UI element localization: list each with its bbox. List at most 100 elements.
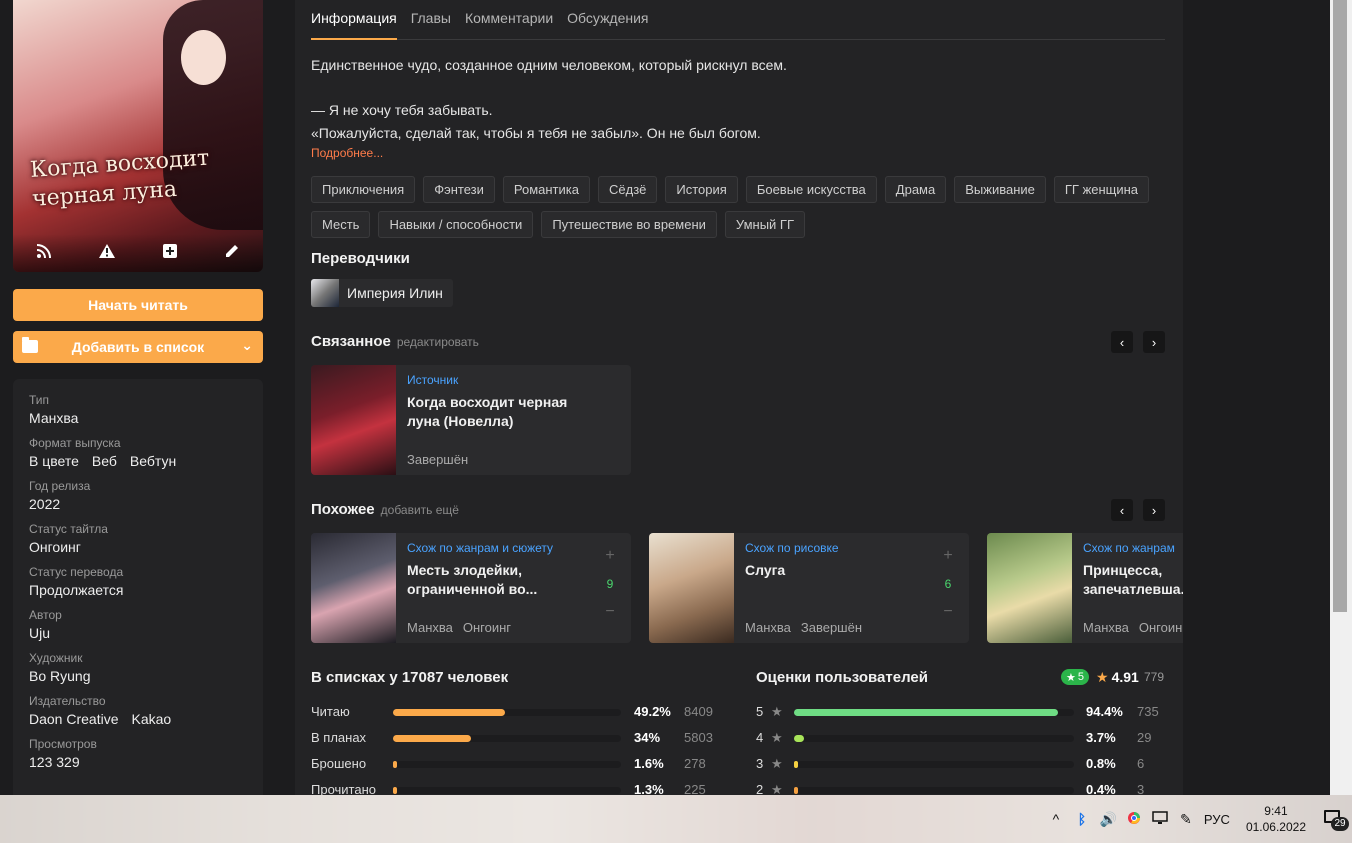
ratings-row-bar: [794, 761, 798, 768]
genre-tag[interactable]: Боевые искусства: [745, 176, 877, 203]
network-icon[interactable]: [1152, 810, 1168, 828]
genre-tag[interactable]: Путешествие во времени: [541, 211, 717, 238]
similar-next-button[interactable]: ›: [1143, 499, 1165, 521]
genre-tag[interactable]: Сёдзё: [597, 176, 658, 203]
add-icon[interactable]: [163, 243, 177, 263]
info-value-item[interactable]: Daon Creative: [29, 711, 119, 727]
tab-3[interactable]: Обсуждения: [567, 0, 648, 40]
ratings-row-label: 5: [756, 704, 764, 719]
info-value-item[interactable]: Манхва: [29, 410, 78, 426]
similar-card-meta-item: Завершён: [800, 620, 863, 635]
similar-prev-button[interactable]: ‹: [1111, 499, 1133, 521]
notifications-button[interactable]: 29: [1322, 809, 1349, 831]
upvote-icon[interactable]: +: [943, 547, 952, 564]
add-to-list-button[interactable]: Добавить в список ⌄: [13, 331, 263, 363]
rss-icon[interactable]: [36, 243, 51, 263]
start-reading-button[interactable]: Начать читать: [13, 289, 263, 321]
tab-1[interactable]: Главы: [411, 0, 451, 40]
page-background-right: [1183, 0, 1330, 795]
info-value-item[interactable]: Веб: [92, 453, 117, 469]
info-value-item[interactable]: В цвете: [29, 453, 79, 469]
clock[interactable]: 9:41 01.06.2022: [1246, 803, 1306, 835]
add-to-list-label: Добавить в список: [71, 339, 205, 355]
star-icon: ★: [771, 756, 783, 771]
related-prev-button[interactable]: ‹: [1111, 331, 1133, 353]
ratings-row-label: 4: [756, 730, 764, 745]
ratings-row-label: 3: [756, 756, 764, 771]
lists-row: Читаю 49.2% 8409: [311, 702, 721, 722]
browser-icon[interactable]: [1126, 811, 1142, 828]
similar-card[interactable]: Схож по жанрам и сюжету Месть злодейки, о…: [311, 533, 631, 643]
lists-heading: В списках у 17087 человек: [311, 669, 509, 686]
related-card[interactable]: Источник Когда восходит черная луна (Нове…: [311, 365, 631, 475]
info-value-item[interactable]: Kakao: [132, 711, 172, 727]
volume-icon[interactable]: 🔊: [1100, 811, 1117, 828]
chevron-up-icon[interactable]: ^: [1048, 811, 1064, 827]
info-value-item[interactable]: Bo Ryung: [29, 668, 90, 684]
lists-row-percent: 34%: [634, 730, 661, 745]
genre-tag[interactable]: Романтика: [502, 176, 590, 203]
chevron-right-icon: ›: [1151, 334, 1157, 350]
downvote-icon[interactable]: −: [943, 603, 952, 620]
bluetooth-icon[interactable]: ᛒ: [1074, 811, 1090, 827]
similar-card[interactable]: Схож по жанрам Принцесса, запечатлевша...…: [987, 533, 1183, 643]
similar-card[interactable]: Схож по рисовке Слуга Манхва Завершён +6 −: [649, 533, 969, 643]
related-card-cover: [311, 365, 396, 475]
similar-card-title[interactable]: Принцесса, запечатлевша...: [1083, 561, 1183, 599]
info-value-item[interactable]: Вебтун: [130, 453, 176, 469]
info-value-item[interactable]: 2022: [29, 496, 60, 512]
tab-0[interactable]: Информация: [311, 0, 397, 40]
similar-card-relation: Схож по жанрам: [1083, 541, 1175, 555]
lists-row: В планах 34% 5803: [311, 728, 721, 748]
report-icon[interactable]: [99, 243, 115, 263]
vote-control: +9 −: [603, 548, 617, 620]
rating-average-value: 4.91: [1111, 669, 1139, 685]
lists-row-label: В планах: [311, 730, 367, 745]
lists-row-percent: 49.2%: [634, 704, 671, 719]
info-value-item[interactable]: Uju: [29, 625, 50, 641]
rating-badge-value: 5: [1077, 671, 1084, 683]
upvote-icon[interactable]: +: [605, 547, 614, 564]
ratings-row-percent: 94.4%: [1086, 704, 1123, 719]
genre-tag[interactable]: Месть: [311, 211, 371, 238]
translator-item[interactable]: Империя Илин: [311, 279, 453, 307]
genre-tag[interactable]: Драма: [884, 176, 947, 203]
info-value-item[interactable]: 123 329: [29, 754, 80, 770]
genre-tag[interactable]: Умный ГГ: [724, 211, 805, 238]
genre-tag[interactable]: История: [665, 176, 738, 203]
similar-add-link[interactable]: добавить ещё: [381, 503, 459, 517]
related-next-button[interactable]: ›: [1143, 331, 1165, 353]
related-card-title[interactable]: Когда восходит черная луна (Новелла): [407, 393, 587, 431]
language-indicator[interactable]: РУС: [1204, 812, 1230, 827]
lists-row-percent: 1.6%: [634, 756, 664, 771]
genre-tag[interactable]: Фэнтези: [423, 176, 495, 203]
downvote-icon[interactable]: −: [605, 603, 614, 620]
ratings-heading: Оценки пользователей: [756, 669, 928, 686]
genre-tag[interactable]: Навыки / способности: [378, 211, 534, 238]
info-value-item[interactable]: Онгоинг: [29, 539, 81, 555]
star-icon: ★: [1066, 671, 1076, 684]
info-value: Манхва: [29, 410, 247, 426]
chevron-left-icon: ‹: [1119, 334, 1125, 350]
tab-2[interactable]: Комментарии: [465, 0, 553, 40]
system-tray: ^ ᛒ 🔊 ✎ РУС 9:41 01.06.2022 29: [1048, 795, 1352, 843]
read-more-link[interactable]: Подробнее...: [311, 146, 383, 160]
info-value-item[interactable]: Продолжается: [29, 582, 123, 598]
edit-icon[interactable]: [225, 244, 239, 263]
scrollbar[interactable]: [1330, 0, 1352, 795]
ratings-row-bar: [794, 709, 1059, 716]
rating-badge: ★ 5: [1061, 669, 1089, 685]
similar-card-cover: [311, 533, 396, 643]
similar-card-relation: Схож по рисовке: [745, 541, 839, 555]
genre-tag[interactable]: ГГ женщина: [1053, 176, 1150, 203]
genre-tag[interactable]: Выживание: [954, 176, 1046, 203]
info-label: Статус перевода: [29, 565, 124, 579]
ratings-row-count: 735: [1137, 704, 1159, 719]
ratings-row-count: 29: [1137, 730, 1152, 745]
genre-tag[interactable]: Приключения: [311, 176, 416, 203]
scrollbar-thumb[interactable]: [1333, 0, 1347, 612]
similar-card-title[interactable]: Месть злодейки, ограниченной во...: [407, 561, 587, 599]
pen-icon[interactable]: ✎: [1178, 811, 1194, 828]
similar-card-title[interactable]: Слуга: [745, 561, 925, 580]
related-edit-link[interactable]: редактировать: [397, 335, 479, 349]
